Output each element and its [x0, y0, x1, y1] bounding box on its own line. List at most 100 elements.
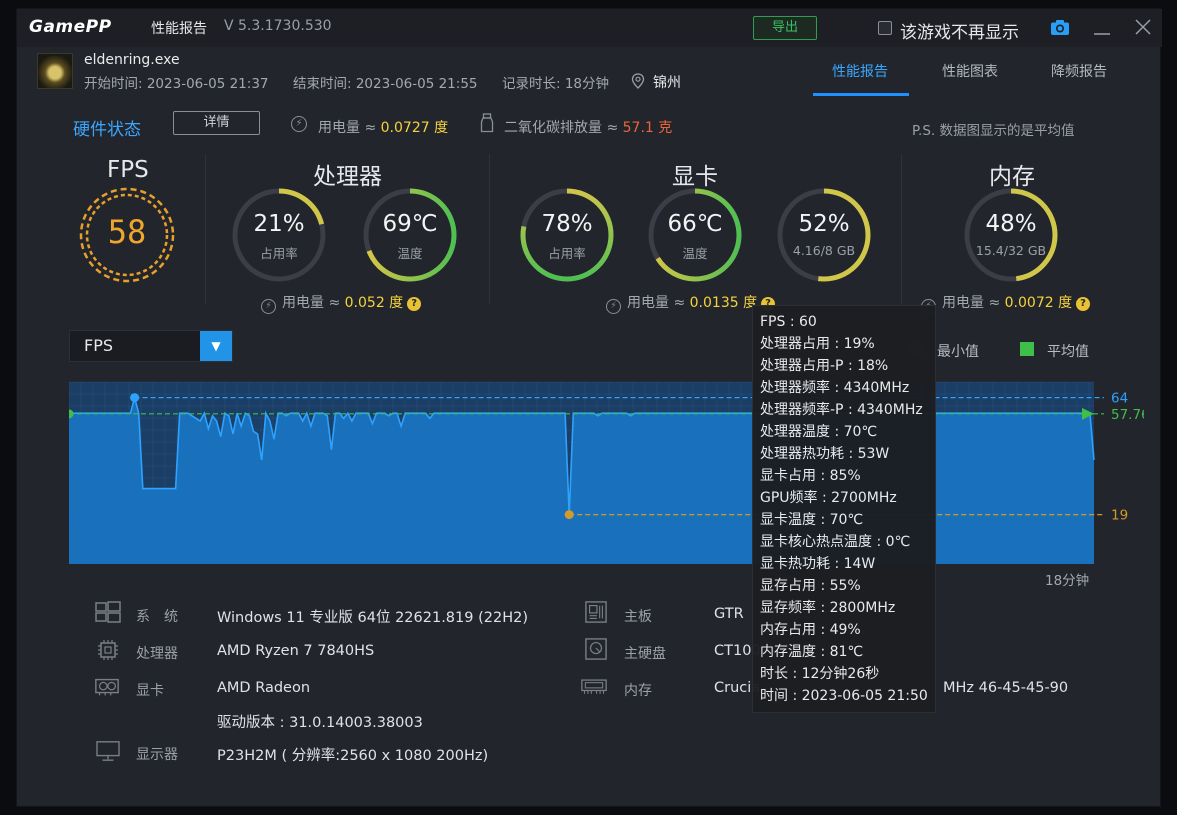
monitor-icon	[96, 741, 120, 761]
export-button[interactable]: 导出	[753, 16, 817, 40]
co2-value: 57.1 克	[622, 120, 673, 136]
tooltip-line: 处理器频率-P : 4340MHz	[760, 402, 923, 418]
hide-game-label[interactable]: 该游戏不再显示	[900, 18, 1019, 43]
driver-version: 驱动版本 : 31.0.14003.38003	[217, 715, 423, 731]
memory-section-title: 内存	[989, 164, 1035, 190]
help-icon[interactable]: ?	[407, 297, 422, 311]
memory-label: 内存	[624, 683, 652, 699]
motherboard-icon	[585, 601, 607, 623]
tooltip-line: 显卡核心热点温度 : 0℃	[760, 534, 911, 550]
gpu-value: AMD Radeon	[217, 680, 311, 696]
tab-throttle-report[interactable]: 降频报告	[1051, 61, 1107, 81]
memory-power-label: 用电量 ≈	[942, 295, 1001, 311]
tooltip-line: 处理器热功耗 : 53W	[760, 446, 890, 462]
report-window: GamePP 性能报告 V 5.3.1730.530 导出 该游戏不再显示 el…	[16, 8, 1162, 807]
display-label: 显示器	[136, 747, 178, 763]
hard-disk-icon	[585, 638, 607, 660]
graphics-card-icon	[95, 678, 119, 696]
min-point	[564, 510, 574, 520]
end-time: 结束时间: 2023-06-05 21:55	[293, 76, 478, 92]
tab-performance-report[interactable]: 性能报告	[832, 61, 888, 81]
location-pin-icon	[631, 73, 645, 89]
total-power-label: 用电量 ≈	[318, 120, 377, 136]
tooltip-line: 显存频率 : 2800MHz	[760, 600, 896, 616]
max-point	[130, 393, 140, 403]
disk-label: 主硬盘	[624, 646, 666, 662]
legend-avg-label: 平均值	[1047, 344, 1089, 360]
memory-module-icon	[581, 679, 607, 694]
total-power: 用电量 ≈ 0.0727 度	[318, 117, 448, 137]
section-divider	[205, 154, 206, 304]
app-logo: GamePP	[29, 17, 112, 37]
tooltip-line: 处理器频率 : 4340MHz	[760, 380, 910, 396]
cpu-temp-gauge: 69℃ 温度	[362, 187, 458, 283]
gpu-power-label: 用电量 ≈	[627, 295, 686, 311]
tooltip-line: FPS : 60	[760, 314, 817, 330]
gpu-temp-value: 66℃	[667, 211, 723, 237]
cpu-label: 处理器	[136, 646, 178, 662]
min-value-label: 19	[1111, 508, 1128, 524]
fps-chart[interactable]: 6457.76 19	[69, 380, 1144, 566]
active-tab-indicator	[813, 93, 909, 96]
tooltip-line: 时长 : 12分钟26秒	[760, 666, 880, 682]
details-button[interactable]: 详情	[173, 111, 260, 135]
metric-select[interactable]: FPS ▼	[69, 330, 233, 362]
metric-select-value: FPS	[84, 336, 114, 355]
cpu-icon	[98, 640, 118, 660]
fps-gauge: 58	[79, 187, 175, 283]
gpu-label: 显卡	[136, 683, 164, 699]
section-divider	[489, 154, 490, 304]
display-value: P23H2M ( 分辨率:2560 x 1080 200Hz)	[217, 748, 489, 764]
os-label: 系 统	[136, 609, 178, 625]
gpu-power: ⚡ 用电量 ≈ 0.0135 度?	[606, 292, 776, 314]
chart-duration-label: 18分钟	[1045, 573, 1090, 589]
tooltip-line: 显卡热功耗 : 14W	[760, 556, 876, 572]
hide-game-checkbox[interactable]	[878, 21, 892, 35]
motherboard-label: 主板	[624, 609, 652, 625]
tooltip-line: 显卡温度 : 70℃	[760, 512, 864, 528]
gpu-power-value: 0.0135 度	[689, 295, 758, 311]
tooltip-line: 时间 : 2023-06-05 21:50	[760, 688, 928, 704]
memory-power-value: 0.0072 度	[1004, 295, 1073, 311]
cpu-usage-value: 21%	[253, 211, 305, 237]
location: 锦州	[653, 75, 681, 91]
version-text: V 5.3.1730.530	[224, 18, 332, 34]
camera-icon[interactable]	[1050, 19, 1070, 36]
max-value-label: 64	[1111, 391, 1128, 407]
tooltip-line: 显存占用 : 55%	[760, 578, 861, 594]
fps-section-title: FPS	[107, 157, 149, 183]
memory-power: ⚡用电量 ≈ 0.0072 度?	[921, 292, 1091, 314]
co2-emission: 二氧化碳排放量 ≈ 57.1 克	[504, 117, 672, 137]
memory-usage-value: 48%	[985, 211, 1037, 237]
tooltip-line: 内存占用 : 49%	[760, 622, 861, 638]
cpu-power-value: 0.052 度	[344, 295, 404, 311]
chart-average-note: P.S. 数据图显示的是平均值	[912, 123, 1075, 139]
gpu-temp-label: 温度	[682, 246, 708, 261]
vram-usage-value: 52%	[798, 211, 850, 237]
avg-value-label: 57.76	[1111, 407, 1144, 423]
cpu-power-label: 用电量 ≈	[282, 295, 341, 311]
cpu-temp-value: 69℃	[382, 211, 438, 237]
co2-label: 二氧化碳排放量 ≈	[504, 120, 619, 136]
vram-usage-label: 4.16/8 GB	[792, 243, 856, 258]
minimize-icon[interactable]	[1092, 17, 1112, 39]
game-thumbnail	[37, 53, 73, 89]
vram-usage-gauge: 52% 4.16/8 GB	[776, 187, 872, 283]
motherboard-value: GTR	[714, 606, 744, 622]
start-time: 开始时间: 2023-06-05 21:37	[84, 76, 269, 92]
tab-performance-chart[interactable]: 性能图表	[942, 61, 998, 81]
os-value: Windows 11 专业版 64位 22621.819 (22H2)	[217, 610, 528, 626]
chevron-down-icon[interactable]: ▼	[200, 331, 232, 361]
power-icon: ⚡	[291, 116, 307, 132]
legend-min-label: 最小值	[937, 344, 979, 360]
hardware-status-title: 硬件状态	[73, 120, 141, 140]
window-title: 性能报告	[151, 21, 207, 37]
help-icon[interactable]: ?	[1076, 297, 1091, 311]
gpu-usage-gauge: 78% 占用率	[519, 187, 615, 283]
tooltip-line: 内存温度 : 81℃	[760, 644, 864, 660]
gpu-section-title: 显卡	[672, 164, 718, 190]
chart-tooltip: FPS : 60 处理器占用 : 19% 处理器占用-P : 18% 处理器频率 : …	[752, 305, 936, 713]
memory-value-tail: MHz 46-45-45-90	[943, 680, 1069, 696]
title-bar: GamePP 性能报告 V 5.3.1730.530 导出 该游戏不再显示	[17, 9, 1162, 47]
close-icon[interactable]	[1133, 17, 1153, 39]
